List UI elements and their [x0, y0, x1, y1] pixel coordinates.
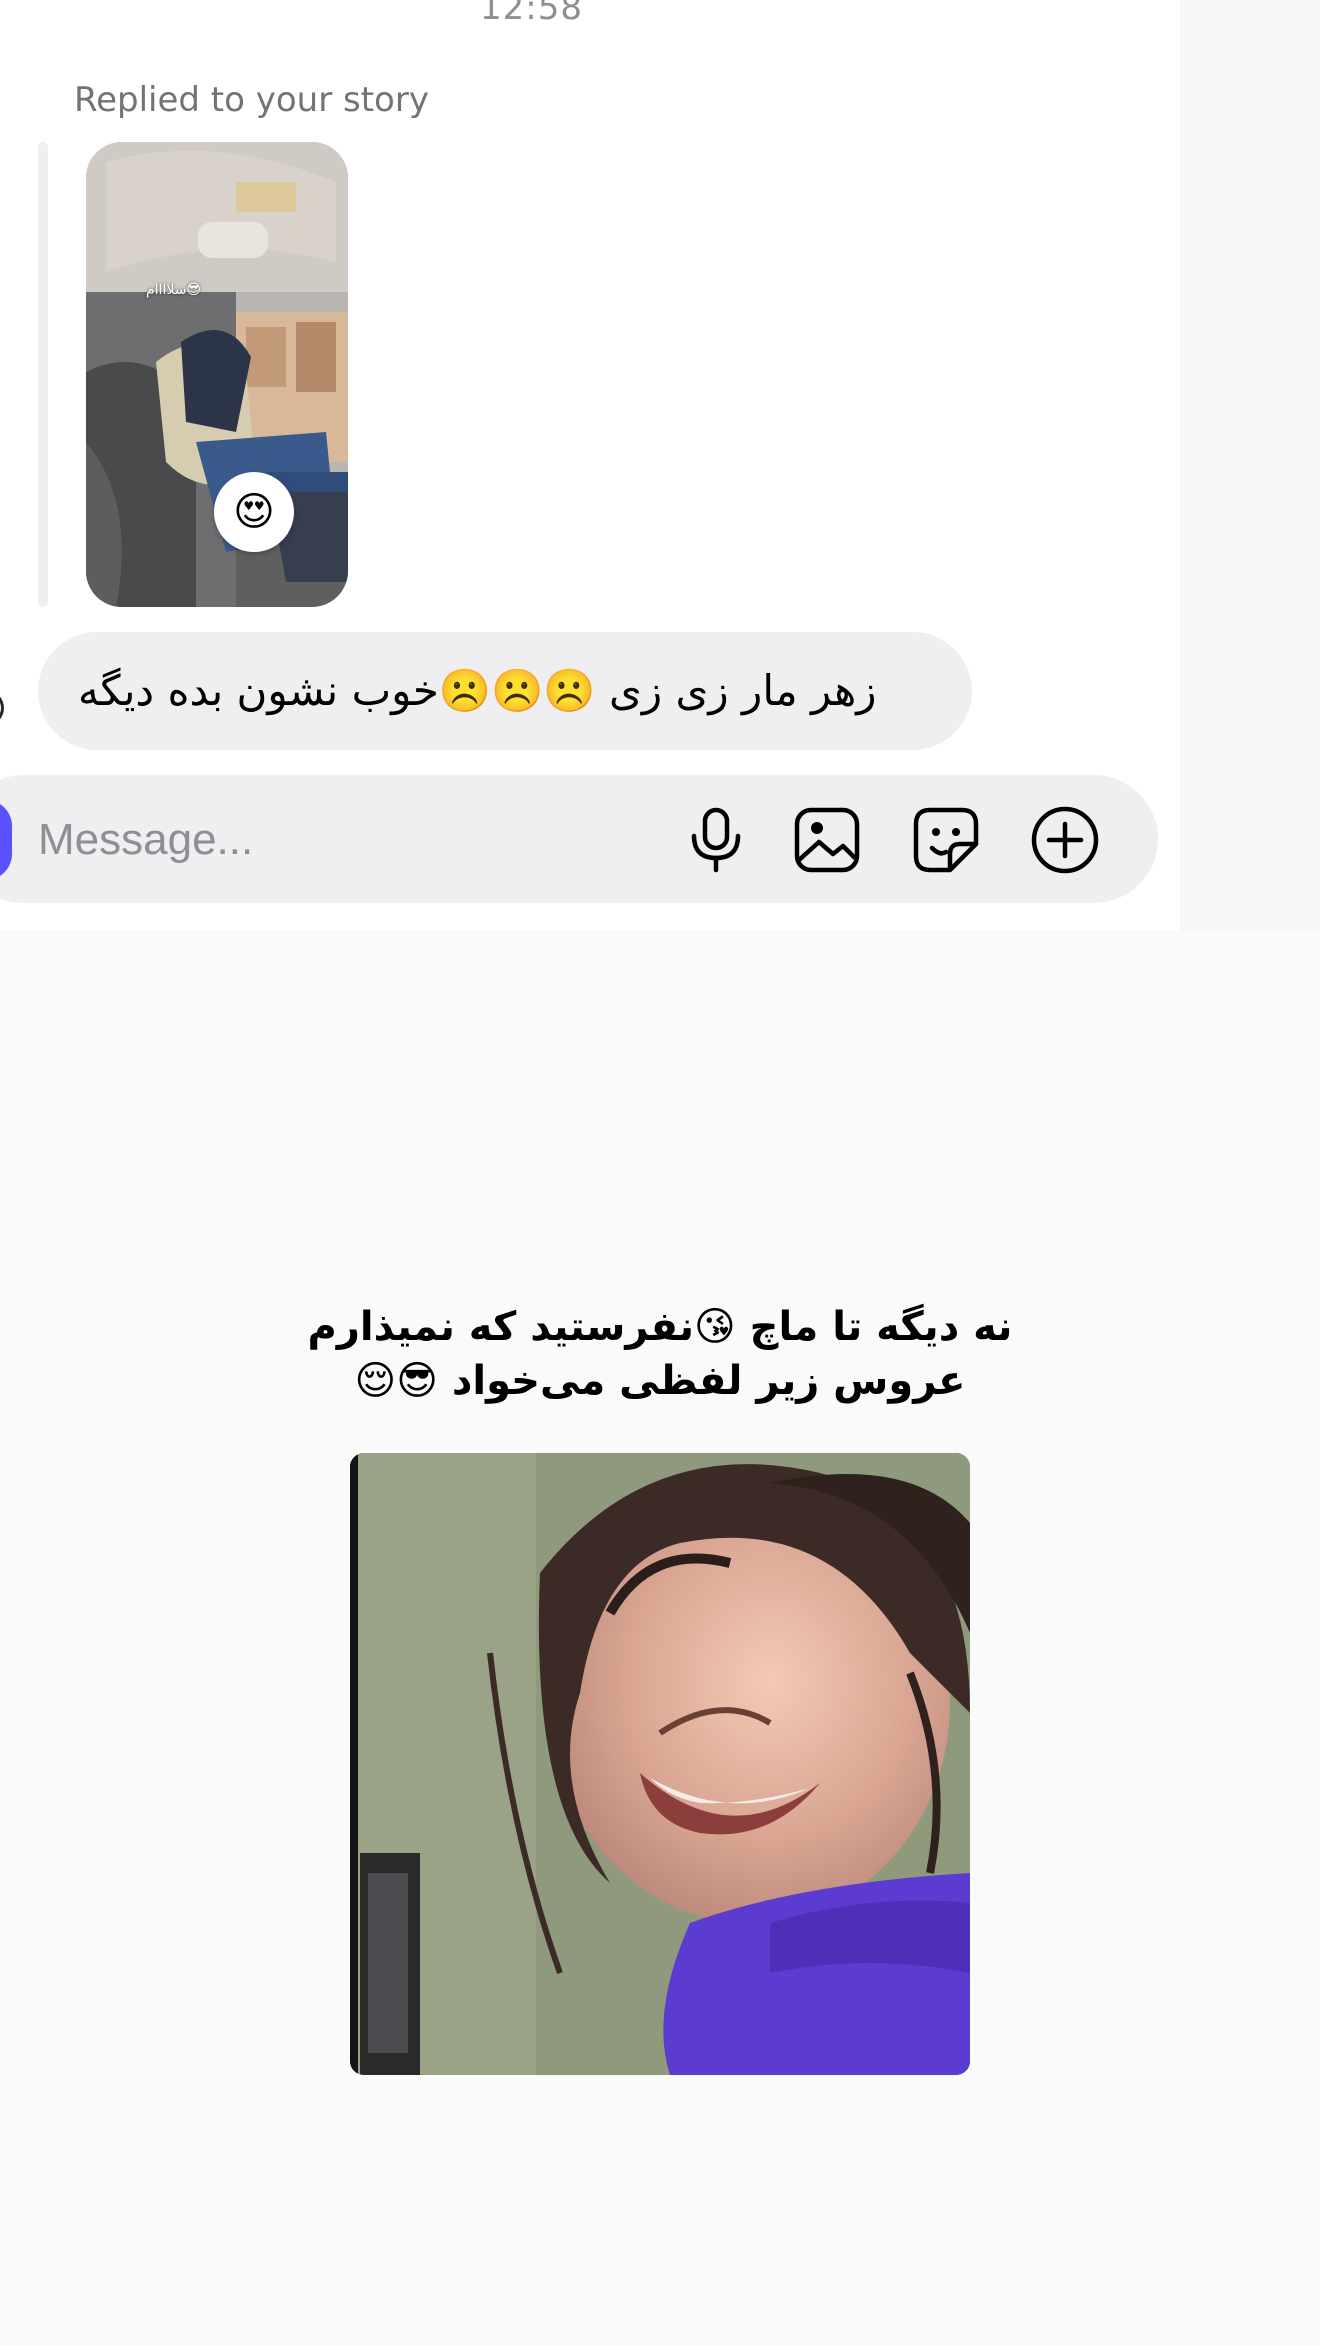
meme-caption-line: نه دیگه تا ماچ 😘نفرستید که نمیذارم — [307, 1304, 1013, 1350]
sticker-icon[interactable] — [906, 800, 986, 880]
reaction-emoji: 😍 — [233, 489, 275, 535]
chat-panel: 12:58 Replied to your story سلاااام😎 😍 ز… — [0, 0, 1180, 930]
message-timestamp: 12:58 — [480, 0, 583, 28]
side-panel-edge — [1180, 0, 1320, 930]
message-bubble[interactable]: زهر مار زی زی ☹️☹️☹️خوب نشون بده دیگه — [38, 632, 972, 750]
message-input[interactable] — [38, 808, 638, 872]
image-icon[interactable] — [787, 800, 867, 880]
plus-circle-icon[interactable] — [1025, 800, 1105, 880]
story-reaction-emoji: 😍 — [214, 472, 294, 552]
story-caption: سلاااام😎 — [146, 282, 202, 298]
reply-indicator-bar — [38, 142, 48, 607]
story-reply-label: Replied to your story — [74, 80, 429, 120]
meme-image — [350, 1453, 970, 2075]
screen: 12:58 Replied to your story سلاااام😎 😍 ز… — [0, 0, 1320, 2346]
meme-caption-line: عروس زیر لفظی می‌خواد 😎😌 — [354, 1358, 966, 1404]
story-image — [86, 142, 348, 607]
sender-avatar[interactable] — [0, 690, 4, 726]
meme-caption: نه دیگه تا ماچ 😘نفرستید که نمیذارم عروس … — [300, 1300, 1020, 1408]
microphone-icon[interactable] — [676, 800, 756, 880]
message-text: زهر مار زی زی ☹️☹️☹️خوب نشون بده دیگه — [78, 666, 877, 715]
story-thumbnail[interactable]: سلاااام😎 😍 — [86, 142, 348, 607]
